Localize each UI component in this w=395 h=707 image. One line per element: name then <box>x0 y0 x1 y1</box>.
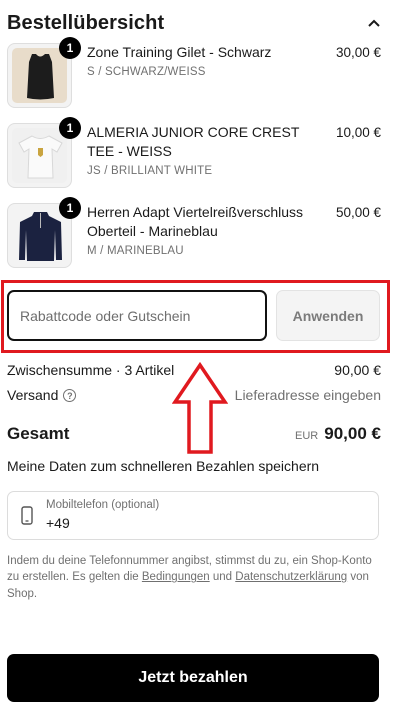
line-item: 1 Zone Training Gilet - Schwarz S / SCHW… <box>7 37 381 109</box>
item-variant: S / SCHWARZ/WEISS <box>87 66 206 78</box>
subtotal-row: Zwischensumme · 3 Artikel 90,00 € <box>7 360 381 379</box>
phone-field-value[interactable]: +49 <box>46 515 70 531</box>
phone-field-label: Mobiltelefon (optional) <box>46 499 160 511</box>
subtotal-value: 90,00 € <box>334 361 381 378</box>
privacy-policy-link[interactable]: Datenschutzerklärung <box>235 571 347 583</box>
quantity-badge: 1 <box>59 197 81 219</box>
product-thumbnail: 1 <box>7 197 81 268</box>
product-thumbnail: 1 <box>7 117 81 188</box>
line-item: 1 Herren Adapt Viertelreißverschluss Obe… <box>7 197 381 269</box>
total-label: Gesamt <box>7 424 70 443</box>
discount-placeholder: Rabattcode oder Gutschein <box>20 307 191 324</box>
order-summary-title: Bestellübersicht <box>7 11 165 34</box>
chevron-up-icon[interactable] <box>367 16 381 30</box>
discount-code-input[interactable]: Rabattcode oder Gutschein <box>7 290 267 341</box>
total-value: 90,00 € <box>324 424 381 443</box>
terms-link[interactable]: Bedingungen <box>142 571 210 583</box>
currency-code: EUR <box>295 430 319 442</box>
item-title: ALMERIA JUNIOR CORE CREST TEE - WEISS <box>87 124 300 159</box>
shipping-row: Versand? Lieferadresse eingeben <box>7 385 381 404</box>
shipping-label: Versand <box>7 386 59 403</box>
item-price: 50,00 € <box>335 205 381 220</box>
item-variant: JS / BRILLIANT WHITE <box>87 165 213 177</box>
item-title: Zone Training Gilet - Schwarz <box>87 44 272 60</box>
apply-discount-button[interactable]: Anwenden <box>276 290 380 341</box>
mobile-phone-icon <box>21 506 33 530</box>
subtotal-label: Zwischensumme · 3 Artikel <box>7 361 175 378</box>
line-item: 1 ALMERIA JUNIOR CORE CREST TEE - WEISS … <box>7 117 381 189</box>
legal-text: Indem du deine Telefonnummer angibst, st… <box>7 553 381 602</box>
quantity-badge: 1 <box>59 37 81 59</box>
shipping-value: Lieferadresse eingeben <box>234 386 381 403</box>
order-summary-header[interactable]: Bestellübersicht <box>7 10 381 36</box>
item-title: Herren Adapt Viertelreißverschluss Obert… <box>87 204 304 239</box>
product-thumbnail: 1 <box>7 37 81 108</box>
item-variant: M / MARINEBLAU <box>87 245 184 257</box>
item-price: 30,00 € <box>335 45 381 60</box>
total-row: Gesamt EUR 90,00 € <box>7 422 381 446</box>
mobile-phone-field[interactable]: Mobiltelefon (optional) +49 <box>7 491 379 540</box>
pay-now-button[interactable]: Jetzt bezahlen <box>7 654 379 702</box>
quantity-badge: 1 <box>59 117 81 139</box>
save-info-heading: Meine Daten zum schnelleren Bezahlen spe… <box>7 458 320 474</box>
item-price: 10,00 € <box>335 125 381 140</box>
help-icon[interactable]: ? <box>63 389 77 403</box>
legal-text-part: und <box>209 571 236 584</box>
